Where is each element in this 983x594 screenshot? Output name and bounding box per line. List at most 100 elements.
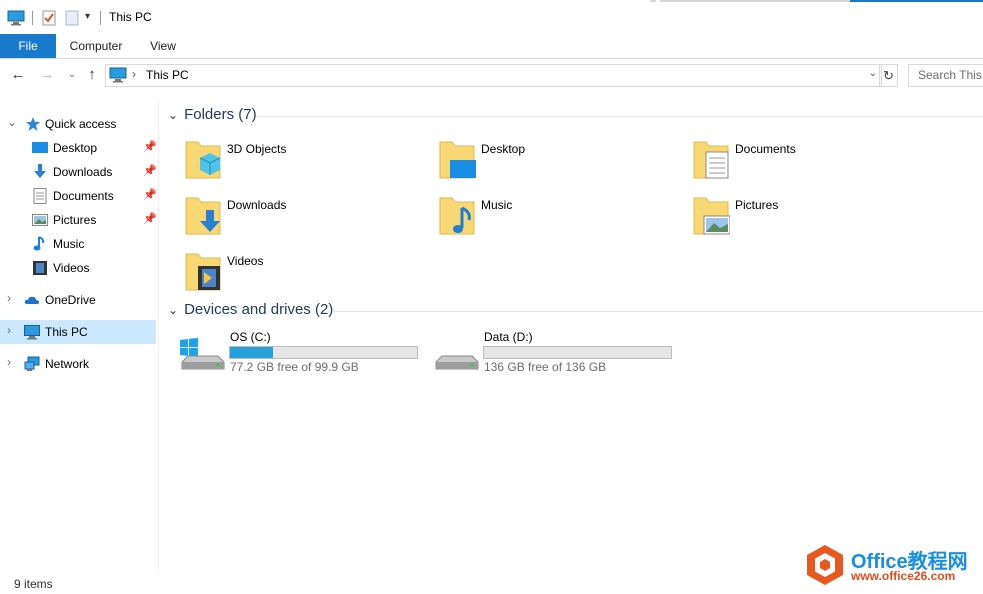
expand-chevron-icon[interactable]: › bbox=[7, 291, 11, 305]
folder-name: Pictures bbox=[735, 198, 779, 212]
pin-icon[interactable]: 📌 bbox=[143, 212, 157, 225]
folder-name: 3D Objects bbox=[227, 142, 287, 156]
group-divider bbox=[257, 116, 983, 117]
folder-name: Music bbox=[481, 198, 513, 212]
sidebar-item-documents[interactable]: Documents 📌 bbox=[0, 184, 157, 208]
drive-free-space: 136 GB free of 136 GB bbox=[484, 360, 607, 374]
folder-tile-videos[interactable]: Videos bbox=[182, 242, 432, 294]
computer-icon[interactable] bbox=[7, 10, 25, 26]
title-bar-divider bbox=[650, 0, 656, 2]
sidebar-item-downloads[interactable]: Downloads 📌 bbox=[0, 160, 157, 184]
downloads-folder-icon bbox=[185, 197, 221, 235]
sidebar-item-quick-access[interactable]: ⌄ Quick access bbox=[0, 112, 156, 136]
video-icon bbox=[33, 261, 47, 275]
breadcrumb-this-pc[interactable]: This PC bbox=[146, 68, 189, 82]
music-icon bbox=[33, 236, 45, 251]
folder-tile-music[interactable]: Music bbox=[436, 186, 686, 238]
search-placeholder: Search This PC bbox=[918, 68, 983, 82]
drive-free-space: 77.2 GB free of 99.9 GB bbox=[230, 360, 359, 374]
title-bar-divider bbox=[660, 0, 850, 2]
folder-name: Downloads bbox=[227, 198, 287, 212]
ribbon-tabs: File Computer View bbox=[0, 34, 983, 59]
refresh-icon[interactable]: ↻ bbox=[879, 64, 898, 87]
back-arrow-icon[interactable]: ← bbox=[9, 66, 27, 84]
sidebar-item-label: OneDrive bbox=[45, 293, 96, 307]
sidebar-item-network[interactable]: › Network bbox=[0, 352, 156, 376]
folders-group-header[interactable]: ⌄ Folders (7) bbox=[168, 106, 257, 123]
title-bar: ▾ This PC bbox=[0, 0, 983, 34]
navigation-pane: ⌄ Quick access Desktop 📌 Downloads 📌 Doc… bbox=[0, 100, 159, 570]
new-folder-icon[interactable] bbox=[65, 10, 79, 26]
toolbar-separator bbox=[32, 11, 33, 25]
tab-file[interactable]: File bbox=[0, 34, 56, 58]
sidebar-item-videos[interactable]: Videos bbox=[0, 256, 156, 280]
sidebar-item-desktop[interactable]: Desktop 📌 bbox=[0, 136, 157, 160]
customize-toolbar-chevron-icon[interactable]: ▾ bbox=[85, 11, 90, 22]
recent-locations-chevron-icon[interactable]: ⌄ bbox=[63, 66, 81, 84]
pin-icon[interactable]: 📌 bbox=[143, 164, 157, 177]
search-input[interactable]: Search This PC bbox=[908, 64, 983, 87]
drive-tile-os-c[interactable]: OS (C:) 77.2 GB free of 99.9 GB bbox=[178, 328, 428, 378]
drives-group-header[interactable]: ⌄ Devices and drives (2) bbox=[168, 301, 333, 318]
expand-chevron-icon[interactable]: ⌄ bbox=[7, 115, 17, 129]
documents-folder-icon bbox=[693, 141, 729, 179]
sidebar-item-label: Music bbox=[53, 237, 85, 251]
drive-name: OS (C:) bbox=[230, 330, 271, 344]
tab-view[interactable]: View bbox=[140, 34, 186, 58]
sidebar-item-onedrive[interactable]: › OneDrive bbox=[0, 288, 156, 312]
group-divider bbox=[332, 311, 983, 312]
windows-drive-icon bbox=[180, 338, 225, 370]
picture-icon bbox=[32, 214, 48, 226]
folder-name: Videos bbox=[227, 254, 264, 268]
drive-name: Data (D:) bbox=[484, 330, 533, 344]
folder-name: Desktop bbox=[481, 142, 526, 156]
folder-tile-downloads[interactable]: Downloads bbox=[182, 186, 432, 238]
up-arrow-icon[interactable]: ↑ bbox=[83, 66, 101, 84]
folder-tile-documents[interactable]: Documents bbox=[690, 130, 940, 182]
drive-usage-bar bbox=[229, 346, 418, 359]
pin-icon[interactable]: 📌 bbox=[143, 140, 157, 153]
sidebar-item-music[interactable]: Music bbox=[0, 232, 156, 256]
forward-arrow-icon[interactable]: → bbox=[38, 66, 56, 84]
sidebar-item-pictures[interactable]: Pictures 📌 bbox=[0, 208, 157, 232]
folder-tile-pictures[interactable]: Pictures bbox=[690, 186, 940, 238]
watermark-url: www.office26.com bbox=[851, 569, 956, 583]
expand-chevron-icon[interactable]: › bbox=[7, 323, 11, 337]
toolbar-separator bbox=[100, 11, 101, 25]
drive-tile-data-d[interactable]: Data (D:) 136 GB free of 136 GB bbox=[432, 328, 682, 378]
office-logo-icon bbox=[807, 545, 843, 585]
sidebar-item-label: Desktop bbox=[53, 141, 98, 155]
sidebar-item-label: Documents bbox=[53, 189, 114, 203]
breadcrumb-chevron-icon[interactable]: › bbox=[132, 67, 136, 81]
office26-watermark: Office教程网 www.office26.com bbox=[805, 544, 977, 586]
pin-icon[interactable]: 📌 bbox=[143, 188, 157, 201]
folder-tile-desktop[interactable]: Desktop bbox=[436, 130, 686, 182]
hard-drive-icon bbox=[435, 355, 479, 370]
properties-icon[interactable] bbox=[42, 10, 56, 26]
folder-name: Documents bbox=[735, 142, 796, 156]
sidebar-item-label: Pictures bbox=[53, 213, 97, 227]
download-icon bbox=[34, 164, 46, 178]
collapse-chevron-icon[interactable]: ⌄ bbox=[168, 303, 178, 317]
drives-heading: Devices and drives (2) bbox=[184, 301, 334, 318]
sidebar-item-label: This PC bbox=[45, 325, 88, 339]
address-dropdown-chevron-icon[interactable]: ⌄ bbox=[869, 68, 877, 79]
folder-tile-3d-objects[interactable]: 3D Objects bbox=[182, 130, 432, 182]
desktop-folder-icon bbox=[439, 141, 476, 179]
network-icon bbox=[24, 356, 40, 371]
sidebar-item-label: Downloads bbox=[53, 165, 113, 179]
address-bar[interactable]: › This PC ⌄ bbox=[105, 64, 882, 87]
sidebar-item-this-pc[interactable]: › This PC bbox=[0, 320, 156, 344]
title-bar-accent bbox=[850, 0, 983, 2]
collapse-chevron-icon[interactable]: ⌄ bbox=[168, 108, 178, 122]
videos-folder-icon bbox=[185, 253, 221, 291]
folders-heading: Folders (7) bbox=[184, 106, 257, 123]
tab-computer[interactable]: Computer bbox=[60, 34, 132, 58]
expand-chevron-icon[interactable]: › bbox=[7, 355, 11, 369]
desktop-icon bbox=[32, 142, 48, 153]
star-icon bbox=[26, 117, 40, 131]
window-title: This PC bbox=[109, 10, 152, 24]
content-pane: ⌄ Folders (7) 3D Objects Desktop Document… bbox=[160, 100, 983, 570]
cloud-icon bbox=[24, 296, 39, 304]
drive-usage-fill bbox=[230, 347, 273, 358]
